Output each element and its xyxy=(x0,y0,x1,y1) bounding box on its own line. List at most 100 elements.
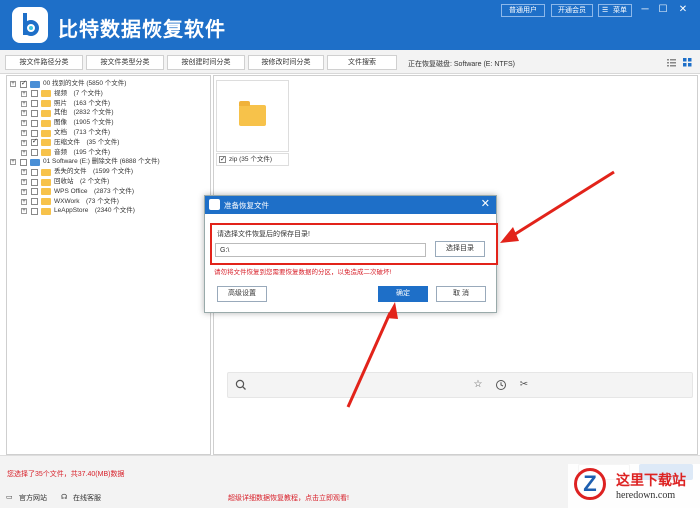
tree-item[interactable]: + 图像 (1905 个文件) xyxy=(10,118,208,128)
tree-item[interactable]: +01 Software (E:) 删除文件 (6888 个文件) xyxy=(10,157,208,167)
tab-file-search[interactable]: 文件搜索 xyxy=(327,55,397,70)
close-button[interactable]: ✕ xyxy=(675,3,691,17)
save-path-input[interactable] xyxy=(215,243,426,257)
folder-icon xyxy=(41,178,51,186)
tree-item[interactable]: + 其他 (2832 个文件) xyxy=(10,108,208,118)
folder-icon xyxy=(41,129,51,137)
tree-checkbox[interactable] xyxy=(31,168,38,176)
tree-checkbox[interactable] xyxy=(31,129,38,137)
grid-view-icon[interactable] xyxy=(683,58,692,67)
menu-button[interactable]: ☰ 菜单 xyxy=(598,4,632,17)
tree-item-label: 其他 (2832 个文件) xyxy=(54,109,114,117)
membership-button[interactable]: 开通会员 xyxy=(551,4,593,17)
tree-checkbox[interactable] xyxy=(31,207,38,215)
dialog-app-icon xyxy=(209,199,220,210)
ok-button[interactable]: 确定 xyxy=(378,286,428,302)
tree-checkbox[interactable] xyxy=(31,149,38,157)
minimize-button[interactable]: ─ xyxy=(637,3,653,17)
tree-checkbox[interactable] xyxy=(31,198,38,206)
expand-toggle-icon[interactable]: + xyxy=(21,149,27,156)
folder-icon xyxy=(41,168,51,176)
dialog-warning: 请勿将文件恢复到您需要恢复数据的分区，以免造成二次破坏! xyxy=(214,269,392,276)
clock-icon[interactable] xyxy=(495,379,507,391)
tree-item-label: LeAppStore (2340 个文件) xyxy=(54,207,135,215)
tree-item[interactable]: + 压缩文件 (35 个文件) xyxy=(10,137,208,148)
tree-checkbox[interactable] xyxy=(31,100,38,108)
folder-icon xyxy=(41,149,51,157)
folder-icon xyxy=(239,101,266,126)
expand-toggle-icon[interactable]: + xyxy=(21,169,27,176)
tab-by-modified[interactable]: 按修改时间分类 xyxy=(248,55,324,70)
tab-by-path[interactable]: 按文件路径分类 xyxy=(5,55,83,70)
tree-item[interactable]: + 回收站 (2 个文件) xyxy=(10,177,208,187)
advanced-settings-button[interactable]: 高级设置 xyxy=(217,286,267,302)
choose-directory-button[interactable]: 选择目录 xyxy=(435,241,485,257)
folder-icon xyxy=(41,90,51,98)
expand-toggle-icon[interactable]: + xyxy=(10,81,16,87)
tree-checkbox[interactable] xyxy=(31,178,38,186)
expand-toggle-icon[interactable]: + xyxy=(21,188,27,195)
dialog-header: 准备恢复文件 ✕ xyxy=(205,196,496,214)
tree-item-label: 回收站 (2 个文件) xyxy=(54,178,110,185)
tree-item[interactable]: + 文档 (713 个文件) xyxy=(10,128,208,138)
tree-item-label: WXWork (73 个文件) xyxy=(54,197,119,205)
tree-item-label: 00 找到的文件 (5850 个文件) xyxy=(43,80,127,87)
official-site-link[interactable]: 官方网站 xyxy=(19,493,47,503)
app-title: 比特数据恢复软件 xyxy=(58,19,226,41)
watermark: Z 这里下载站 heredown.com xyxy=(568,464,700,508)
expand-toggle-icon[interactable]: + xyxy=(21,198,27,205)
expand-toggle-icon[interactable]: + xyxy=(21,130,27,136)
dialog-prompt: 请选择文件恢复后的保存目录! xyxy=(217,231,310,238)
search-bar[interactable] xyxy=(227,372,693,398)
app-logo-icon xyxy=(12,7,48,43)
tree-item[interactable]: + 音频 (195 个文件) xyxy=(10,148,208,158)
folder-icon xyxy=(41,207,51,215)
expand-toggle-icon[interactable]: + xyxy=(21,120,27,127)
tree-item[interactable]: + LeAppStore (2340 个文件) xyxy=(10,206,208,216)
tree-item[interactable]: + 丢失的文件 (1599 个文件) xyxy=(10,167,208,177)
list-view-icon[interactable] xyxy=(667,58,676,67)
folder-icon xyxy=(41,100,51,108)
expand-toggle-icon[interactable]: + xyxy=(21,90,27,97)
tree-checkbox[interactable] xyxy=(31,119,38,127)
expand-toggle-icon[interactable]: + xyxy=(21,139,27,146)
online-service-link[interactable]: 在线客服 xyxy=(73,493,101,503)
tree-checkbox[interactable] xyxy=(31,90,38,98)
tree-checkbox[interactable] xyxy=(31,188,38,196)
headset-icon: ☊ xyxy=(61,494,68,501)
expand-toggle-icon[interactable]: + xyxy=(21,208,27,215)
expand-toggle-icon[interactable]: + xyxy=(10,159,16,166)
folder-icon xyxy=(41,188,51,196)
menu-label: 菜单 xyxy=(613,7,627,14)
tree-item-label: 图像 (1905 个文件) xyxy=(54,119,114,127)
tree-item[interactable]: + WPS Office (2873 个文件) xyxy=(10,187,208,197)
tree-item[interactable]: +00 找到的文件 (5850 个文件) xyxy=(10,79,208,89)
tutorial-link[interactable]: 超级详细数据恢复教程，点击立即观看! xyxy=(228,493,349,503)
tree-item[interactable]: + 照片 (163 个文件) xyxy=(10,99,208,109)
cancel-button[interactable]: 取 消 xyxy=(436,286,486,302)
expand-toggle-icon[interactable]: + xyxy=(21,110,27,117)
expand-toggle-icon[interactable]: + xyxy=(21,179,27,185)
tree-checkbox[interactable] xyxy=(31,109,38,117)
tab-by-type[interactable]: 按文件类型分类 xyxy=(86,55,164,70)
tree-checkbox[interactable] xyxy=(31,137,38,147)
dialog-title: 准备恢复文件 xyxy=(224,201,269,210)
file-caption[interactable]: zip (35 个文件) xyxy=(216,153,289,166)
tree-checkbox[interactable] xyxy=(20,79,27,89)
tools-icon[interactable]: ✂ xyxy=(518,379,530,391)
dialog-close-icon[interactable]: ✕ xyxy=(481,197,490,210)
tree-item[interactable]: + WXWork (73 个文件) xyxy=(10,197,208,207)
tree-item-label: 文档 (713 个文件) xyxy=(54,129,110,136)
tab-by-created[interactable]: 按创建时间分类 xyxy=(167,55,245,70)
tree-checkbox[interactable] xyxy=(20,158,27,166)
expand-toggle-icon[interactable]: + xyxy=(21,100,27,107)
user-type-button[interactable]: 普通用户 xyxy=(501,4,545,17)
tree-item-label: 视频 (7 个文件) xyxy=(54,89,103,97)
drive-icon xyxy=(30,158,40,166)
website-icon: ▭ xyxy=(6,494,13,501)
file-checkbox[interactable] xyxy=(219,154,226,165)
star-icon[interactable]: ☆ xyxy=(472,379,484,391)
tree-item[interactable]: + 视频 (7 个文件) xyxy=(10,89,208,99)
maximize-button[interactable]: ☐ xyxy=(655,3,671,17)
selection-summary: 您选择了35个文件，共37.40(MB)数据 xyxy=(7,471,125,478)
